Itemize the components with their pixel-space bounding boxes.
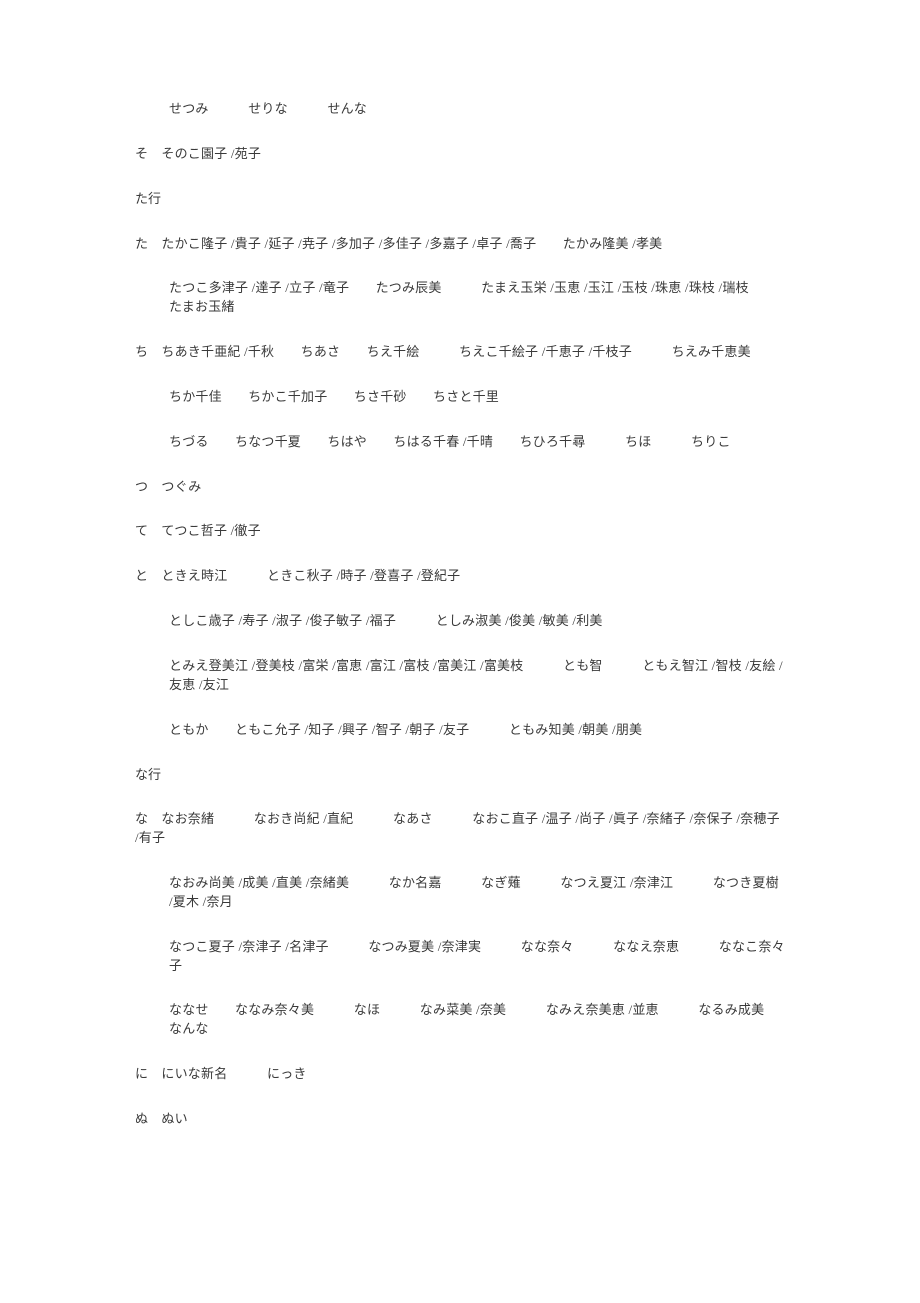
entry-line: そ そのこ園子 /苑子 xyxy=(135,145,262,161)
section-heading-ta: た行 xyxy=(135,190,162,206)
line-spacer xyxy=(135,975,785,1001)
entry-line: せつみ せりな せんな xyxy=(169,101,368,116)
line-spacer xyxy=(135,1084,785,1110)
line-spacer xyxy=(135,164,785,190)
line-spacer xyxy=(135,1039,785,1065)
entry-line: たつこ多津子 /達子 /立子 /竜子 たつみ辰美 たまえ玉栄 /玉恵 /玉江 /… xyxy=(169,280,789,315)
line-spacer xyxy=(135,695,785,721)
line-spacer xyxy=(135,541,785,567)
entry-line: て てつこ哲子 /徹子 xyxy=(135,523,261,539)
entry-line: ななせ ななみ奈々美 なほ なみ菜美 /奈美 なみえ奈美恵 /並恵 なるみ成美 … xyxy=(169,1002,804,1037)
entry-line: た たかこ隆子 /貴子 /延子 /尭子 /多加子 /多佳子 /多嘉子 /卓子 /… xyxy=(135,235,663,251)
line-spacer xyxy=(135,631,785,657)
entry-line: なおみ尚美 /成美 /直美 /奈緒美 なか名嘉 なぎ薙 なつえ夏江 /奈津江 な… xyxy=(169,875,783,909)
entry-line: ち ちあき千亜紀 /千秋 ちあさ ちえ千絵 ちえこ千絵子 /千恵子 /千枝子 ち… xyxy=(135,344,751,360)
line-spacer xyxy=(135,362,785,388)
entry-line: ちづる ちなつ千夏 ちはや ちはる千春 /千晴 ちひろ千尋 ちほ ちりこ xyxy=(169,433,731,449)
entry-line: ともか ともこ允子 /知子 /興子 /智子 /朝子 /友子 ともみ知美 /朝美 … xyxy=(169,721,643,737)
line-spacer xyxy=(135,496,785,522)
line-spacer xyxy=(135,253,785,279)
entry-line: と ときえ時江 ときこ秋子 /時子 /登喜子 /登紀子 xyxy=(135,568,461,584)
section-heading-na: な行 xyxy=(135,766,162,782)
entry-line: な なお奈緒 なおき尚紀 /直紀 なあさ なおこ直子 /温子 /尚子 /眞子 /… xyxy=(135,811,784,846)
line-spacer xyxy=(135,784,785,810)
entry-line: とみえ登美江 /登美枝 /富栄 /富恵 /富江 /富枝 /富美江 /富美枝 とも… xyxy=(169,657,783,692)
line-spacer xyxy=(135,586,785,612)
line-spacer xyxy=(135,452,785,478)
entry-line: としこ歳子 /寿子 /淑子 /俊子敏子 /福子 としみ淑美 /俊美 /敏美 /利… xyxy=(169,613,603,629)
line-spacer xyxy=(135,119,785,145)
line-spacer xyxy=(135,317,785,343)
name-list-content: せつみ せりな せんな そ そのこ園子 /苑子 た行 た たかこ隆子 /貴子 /… xyxy=(135,100,785,1129)
line-spacer xyxy=(135,740,785,766)
entry-line: ぬ ぬい xyxy=(135,1110,188,1126)
line-spacer xyxy=(135,407,785,433)
line-spacer xyxy=(135,912,785,938)
entry-line: なつこ夏子 /奈津子 /名津子 なつみ夏美 /奈津実 なな奈々 ななえ奈恵 なな… xyxy=(169,938,785,973)
line-spacer xyxy=(135,209,785,235)
line-spacer xyxy=(135,848,785,874)
entry-line: つ つぐみ xyxy=(135,478,202,494)
document-page: せつみ せりな せんな そ そのこ園子 /苑子 た行 た たかこ隆子 /貴子 /… xyxy=(0,0,920,1303)
entry-line: ちか千佳 ちかこ千加子 ちさ千砂 ちさと千里 xyxy=(169,388,500,404)
entry-line: に にいな新名 にっき xyxy=(135,1066,307,1082)
